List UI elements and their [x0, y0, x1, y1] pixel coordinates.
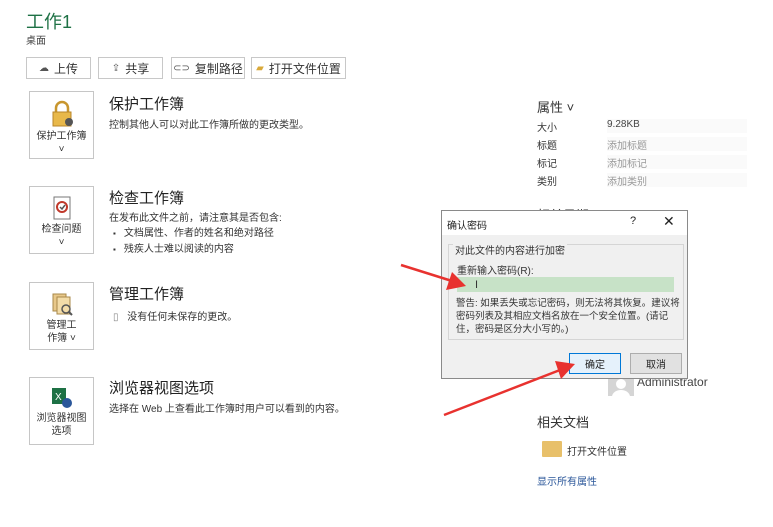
annotation-arrows	[400, 263, 575, 417]
arrow-to-ok-button	[443, 361, 575, 417]
arrow-to-password-input	[400, 263, 466, 290]
